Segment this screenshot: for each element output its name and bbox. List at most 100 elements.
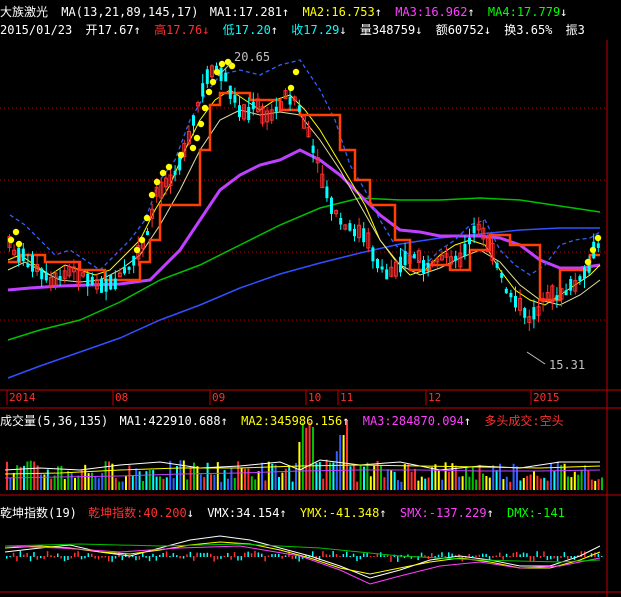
candle-body (205, 69, 209, 84)
indicator-bar (186, 554, 188, 557)
candle-body (100, 278, 103, 293)
indicator-bar (322, 551, 324, 557)
volume-bar (509, 481, 512, 490)
volume-title[interactable]: 成交量(5,36,135) (0, 414, 108, 428)
indicator-bar (505, 553, 508, 557)
indicator-bar (281, 556, 283, 559)
volume-bar (393, 471, 396, 490)
volume-bar (9, 477, 12, 490)
indicator-title[interactable]: 乾坤指数(19) (0, 506, 77, 520)
volume-bar (502, 479, 505, 490)
volume-bar (227, 478, 229, 490)
volume-bar (414, 468, 416, 490)
indicator-bar (203, 553, 205, 557)
volume-bar (488, 477, 491, 490)
volume-bar (366, 462, 369, 490)
indicator-bar (567, 556, 569, 559)
signal-dot (292, 68, 300, 76)
volume-bar (257, 471, 260, 490)
signal-dot (218, 60, 226, 68)
volume-bar (332, 462, 335, 490)
signal-dot (165, 163, 173, 171)
time-label-11: 11 (340, 391, 354, 404)
volume-bar (40, 474, 42, 490)
indicator-bar (312, 551, 314, 557)
indicator-green-line (4, 543, 601, 563)
indicator-bar (502, 556, 504, 560)
volume-bar (536, 475, 539, 490)
signal-dot (153, 178, 161, 186)
indicator-bar (43, 556, 45, 560)
indicator-bar (397, 556, 399, 562)
indicator-bar (159, 554, 161, 557)
indicator-bar (97, 556, 100, 560)
volume-bar (553, 470, 556, 490)
signal-dot (594, 234, 602, 242)
indicator-bar (369, 555, 372, 557)
volume-bar (199, 474, 202, 490)
volume-bar (458, 476, 461, 490)
volume-bar (172, 478, 175, 490)
low-price-label: 15.31 (549, 358, 586, 372)
indicator-bar (189, 551, 192, 557)
volume-bar (254, 479, 257, 490)
indicator-bar (77, 551, 79, 557)
volume-bar (233, 477, 236, 490)
volume-bar (441, 479, 444, 490)
volume-ma1: MA1:422910.688↑ (119, 414, 228, 428)
indicator-bar (67, 556, 69, 561)
indicator-bar (291, 556, 294, 559)
candle-body (596, 243, 600, 248)
volume-bar (135, 468, 138, 490)
indicator-bar (468, 554, 470, 557)
indicator-bar (9, 556, 11, 558)
candle-body (113, 278, 117, 290)
volume-bar (84, 464, 87, 490)
volume-bar (475, 479, 478, 490)
volume-bar (118, 481, 121, 490)
indicator-bar (267, 555, 270, 557)
volume-bar (465, 466, 467, 490)
indicator-bar (87, 553, 90, 557)
signal-dots (7, 58, 602, 266)
candle-body (583, 267, 586, 279)
volume-bar (526, 475, 529, 490)
indicator-bar (563, 552, 566, 557)
volume-bar (427, 477, 430, 490)
indicator-bar (145, 556, 147, 558)
candle-body (330, 197, 333, 214)
volume-bar (33, 461, 36, 490)
candle-body (21, 248, 25, 262)
indicator-bar (471, 555, 474, 557)
candle-body (274, 106, 278, 112)
volume-bar (386, 469, 389, 490)
volume-bar (410, 471, 413, 490)
indicator-bar (247, 551, 249, 557)
volume-bar (125, 475, 127, 490)
indicator-bar (352, 553, 355, 557)
volume-bar (244, 468, 246, 490)
volume-bar (601, 477, 603, 490)
volume-bar (12, 472, 15, 490)
indicator-dmx: DMX:-141 (507, 506, 565, 520)
indicator-bar (19, 551, 22, 557)
candle-body (86, 273, 90, 287)
volume-bar (19, 466, 22, 490)
candle-body (238, 105, 241, 117)
indicator-bar (383, 555, 385, 557)
indicator-bar (138, 556, 141, 560)
indicator-bar (420, 552, 423, 557)
volume-bar (519, 480, 522, 490)
candle-body (509, 292, 513, 298)
volume-bar (67, 470, 70, 490)
candle-body (178, 156, 182, 171)
signal-dot (15, 240, 23, 248)
candle-body (399, 256, 402, 273)
indicator-bar (329, 554, 331, 557)
volume-bar (267, 461, 270, 490)
indicator-bar (380, 552, 382, 557)
indicator-bar (53, 556, 56, 558)
volume-bar (373, 465, 376, 490)
candle-body (339, 217, 343, 225)
candle-body (104, 278, 108, 292)
